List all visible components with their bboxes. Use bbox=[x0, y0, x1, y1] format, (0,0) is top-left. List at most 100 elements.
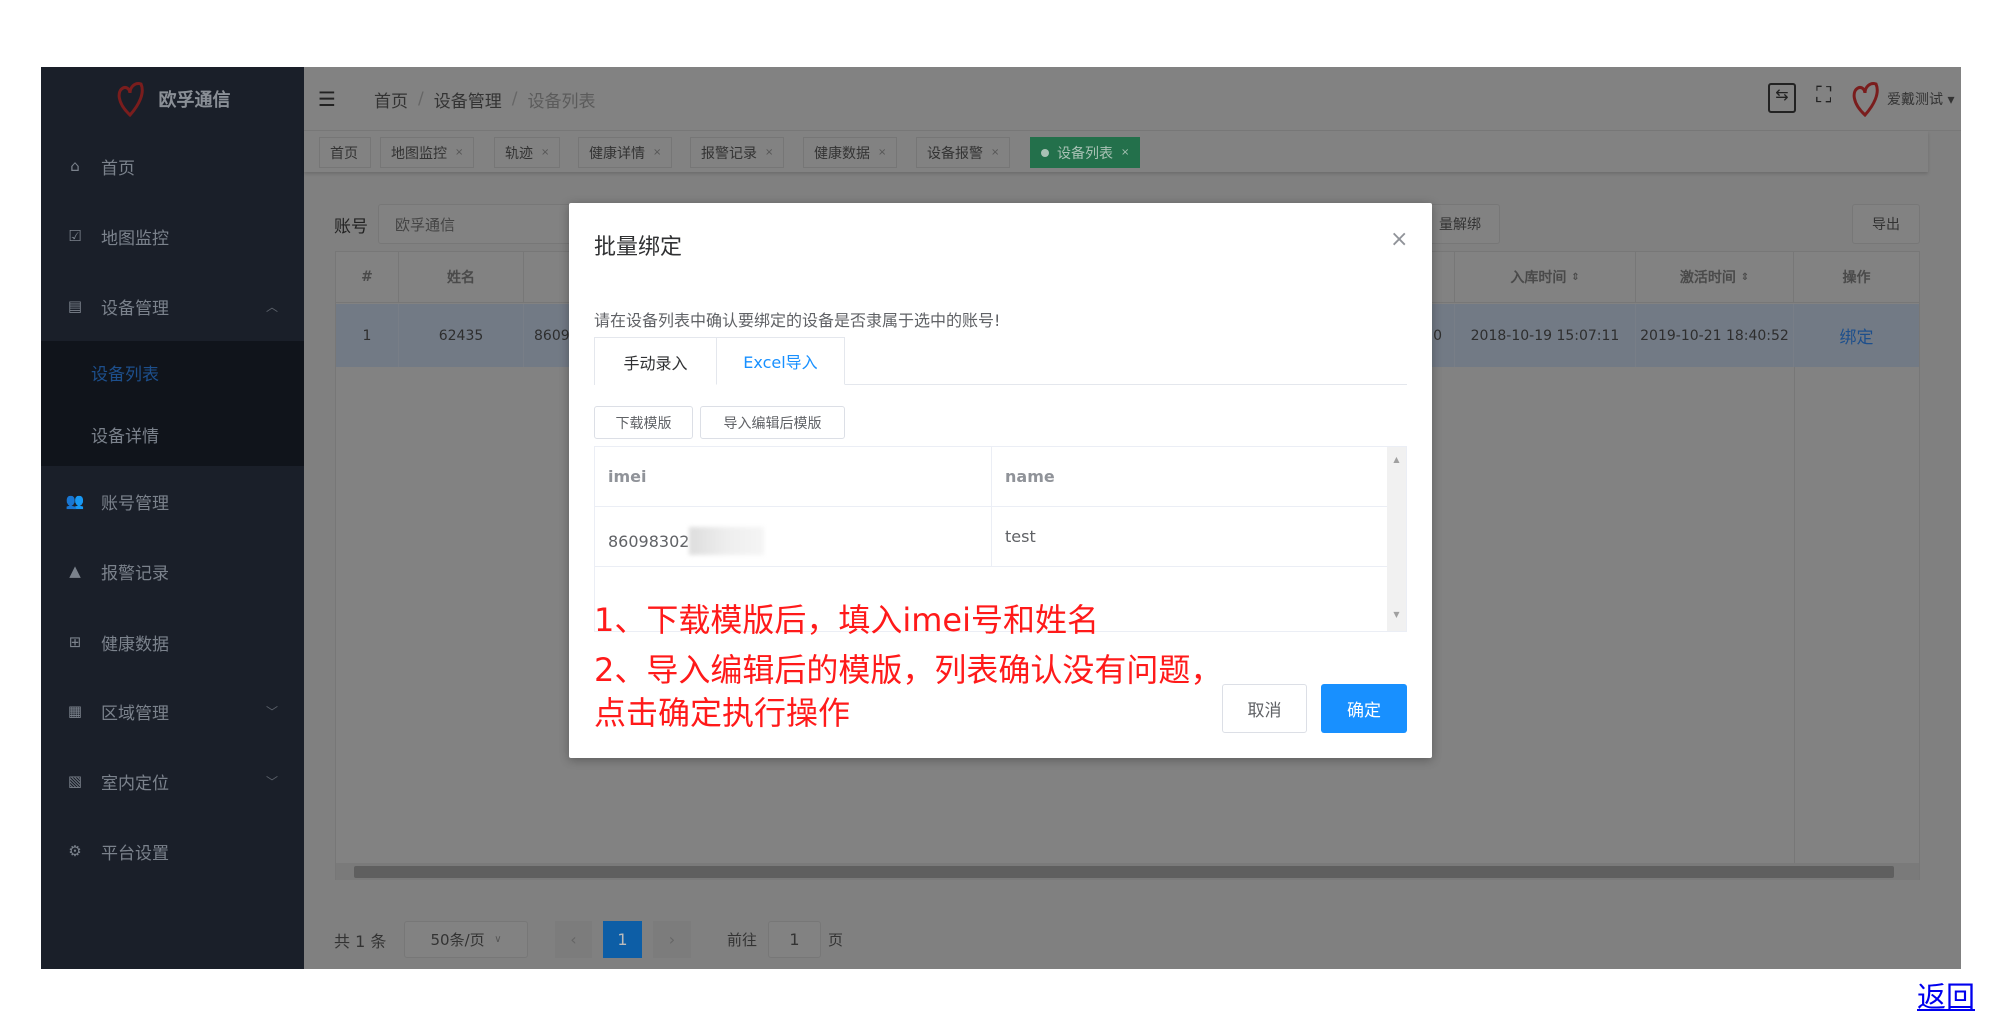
area-icon: ▦ bbox=[67, 702, 83, 720]
batch-bind-dialog: 批量绑定 × 请在设备列表中确认要绑定的设备是否隶属于选中的账号! 手动录入 E… bbox=[569, 203, 1432, 758]
column-header-activate-time[interactable]: 激活时间 ⇕ bbox=[1636, 252, 1794, 303]
close-icon[interactable]: × bbox=[765, 147, 773, 158]
sidebar-item-label: 账号管理 bbox=[101, 493, 169, 514]
sidebar-item-label: 健康数据 bbox=[101, 634, 169, 655]
vertical-scrollbar[interactable]: ▲ ▼ bbox=[1387, 447, 1406, 631]
sidebar-subitem-device-detail[interactable]: 设备详情 bbox=[41, 403, 304, 465]
goto-label: 前往 bbox=[727, 931, 758, 949]
sort-icon: ⇕ bbox=[1571, 271, 1580, 283]
sidebar-item-label: 区域管理 bbox=[101, 703, 169, 724]
user-menu[interactable]: 爱戴测试 ▾ bbox=[1887, 89, 1954, 109]
account-label: 账号 bbox=[334, 217, 368, 237]
brand-logo: 欧孚通信 bbox=[41, 67, 304, 131]
column-header-stock-time[interactable]: 入库时间 ⇕ bbox=[1455, 252, 1636, 303]
account-select[interactable]: 欧孚通信 bbox=[378, 204, 578, 244]
column-header-imei: imei bbox=[608, 467, 647, 486]
download-template-button[interactable]: 下载模版 bbox=[594, 406, 693, 439]
close-icon[interactable]: × bbox=[1121, 147, 1129, 158]
sidebar-item-label: 地图监控 bbox=[101, 228, 169, 249]
menu-toggle-icon[interactable]: ☰ bbox=[318, 87, 336, 111]
sidebar-item-indoor[interactable]: ▧ 室内定位 ﹀ bbox=[41, 746, 304, 816]
export-button[interactable]: 导出 bbox=[1852, 204, 1920, 244]
sidebar-item-device[interactable]: ▤ 设备管理 ︿ bbox=[41, 271, 304, 341]
tab-manual-entry[interactable]: 手动录入 bbox=[594, 337, 717, 385]
active-dot-icon bbox=[1041, 148, 1049, 157]
top-header: ☰ 首页 / 设备管理 / 设备列表 ⇆ ⛶ 爱戴测试 ▾ bbox=[304, 67, 1961, 131]
tab-device-alarm[interactable]: 设备报警 × bbox=[916, 137, 1011, 168]
chevron-down-icon: ﹀ bbox=[265, 774, 278, 789]
sidebar-subitem-device-list[interactable]: 设备列表 bbox=[41, 341, 304, 403]
home-icon: ⌂ bbox=[70, 157, 80, 175]
redacted-blur bbox=[689, 527, 765, 555]
sidebar-item-label: 报警记录 bbox=[101, 563, 169, 584]
brand-name: 欧孚通信 bbox=[158, 90, 231, 111]
page-unit-label: 页 bbox=[828, 931, 844, 949]
tab-device-list[interactable]: 设备列表 × bbox=[1030, 137, 1141, 168]
gear-icon: ⚙ bbox=[68, 842, 82, 860]
user-name: 爱戴测试 bbox=[1887, 92, 1943, 108]
chevron-down-icon: ∨ bbox=[494, 934, 502, 945]
scrollbar-thumb[interactable] bbox=[354, 866, 1894, 878]
close-icon[interactable]: × bbox=[541, 147, 549, 158]
tab-alarm-record[interactable]: 报警记录 × bbox=[690, 137, 785, 168]
tab-excel-import[interactable]: Excel导入 bbox=[716, 337, 845, 385]
sort-icon: ⇕ bbox=[1740, 271, 1750, 283]
close-icon[interactable]: × bbox=[878, 147, 886, 158]
close-icon[interactable]: × bbox=[991, 147, 999, 158]
tab-bar: 首页 地图监控 × 轨迹 × 健康详情 × 报警记录 × 健康数据 × 设备报警 × 设备列… bbox=[304, 131, 1928, 172]
sidebar-item-label: 平台设置 bbox=[101, 843, 169, 864]
close-icon[interactable]: × bbox=[455, 147, 463, 158]
sidebar-item-map[interactable]: ☑ 地图监控 bbox=[41, 201, 304, 271]
alarm-icon: ▲ bbox=[69, 562, 81, 580]
chevron-down-icon: ﹀ bbox=[265, 704, 278, 719]
sidebar-item-account[interactable]: 👥 账号管理 bbox=[41, 466, 304, 536]
fullscreen-icon[interactable]: ⛶ bbox=[1816, 83, 1831, 108]
close-icon[interactable]: × bbox=[1390, 227, 1408, 252]
caret-down-icon: ▾ bbox=[1947, 92, 1955, 108]
dialog-title: 批量绑定 bbox=[594, 235, 683, 260]
tab-home[interactable]: 首页 bbox=[319, 137, 371, 168]
annotation-line-2: 2、导入编辑后的模版，列表确认没有问题， bbox=[594, 651, 1223, 689]
back-link[interactable]: 返回 bbox=[1917, 974, 1975, 1016]
sidebar-item-label: 设备管理 bbox=[101, 298, 169, 319]
sidebar-item-label: 首页 bbox=[101, 158, 135, 179]
chart-icon: ☑ bbox=[68, 227, 82, 245]
next-page-button[interactable]: › bbox=[653, 921, 691, 958]
sidebar-item-area[interactable]: ▦ 区域管理 ﹀ bbox=[41, 676, 304, 746]
sidebar-item-alarm[interactable]: ▲ 报警记录 bbox=[41, 536, 304, 606]
breadcrumb-home[interactable]: 首页 bbox=[374, 87, 408, 112]
sidebar-item-label: 室内定位 bbox=[101, 773, 169, 794]
sidebar-item-settings[interactable]: ⚙ 平台设置 bbox=[41, 816, 304, 886]
column-header-action: 操作 bbox=[1794, 252, 1919, 303]
dialog-description: 请在设备列表中确认要绑定的设备是否隶属于选中的账号! bbox=[594, 311, 1001, 330]
name-cell: test bbox=[1005, 527, 1036, 546]
scroll-up-icon: ▲ bbox=[1393, 455, 1400, 464]
horizontal-scrollbar[interactable] bbox=[336, 863, 1919, 880]
sidebar: 欧孚通信 ⌂ 首页 ☑ 地图监控 ▤ 设备管理 ︿ 设备列表 设备详情 👥 账号管理 ▲ 报… bbox=[41, 67, 304, 969]
bind-link[interactable]: 绑定 bbox=[1794, 304, 1919, 367]
prev-page-button[interactable]: ‹ bbox=[555, 921, 592, 958]
tab-health-detail[interactable]: 健康详情 × bbox=[578, 137, 673, 168]
tab-map[interactable]: 地图监控 × bbox=[380, 137, 475, 168]
avatar[interactable] bbox=[1850, 81, 1880, 117]
sidebar-item-health[interactable]: ⊞ 健康数据 bbox=[41, 607, 304, 677]
column-header-name: 姓名 bbox=[399, 252, 524, 303]
goto-page-input[interactable]: 1 bbox=[768, 921, 821, 958]
close-icon[interactable]: × bbox=[653, 147, 661, 158]
sidebar-item-home[interactable]: ⌂ 首页 bbox=[41, 131, 304, 201]
page-size-select[interactable]: 50条/页 ∨ bbox=[404, 921, 528, 958]
imei-cell: 86098302 bbox=[608, 527, 765, 555]
cancel-button[interactable]: 取消 bbox=[1222, 684, 1307, 733]
tab-health-data[interactable]: 健康数据 × bbox=[803, 137, 898, 168]
breadcrumb-current: 设备列表 bbox=[527, 91, 596, 112]
chevron-up-icon: ︿ bbox=[265, 299, 278, 314]
users-icon: 👥 bbox=[65, 492, 85, 510]
breadcrumb-device[interactable]: 设备管理 bbox=[434, 87, 502, 112]
tab-track[interactable]: 轨迹 × bbox=[494, 137, 561, 168]
confirm-button[interactable]: 确定 bbox=[1321, 684, 1407, 733]
switch-icon[interactable]: ⇆ bbox=[1768, 83, 1796, 113]
page-1-button[interactable]: 1 bbox=[603, 921, 642, 958]
import-template-button[interactable]: 导入编辑后模版 bbox=[700, 406, 845, 439]
column-header-name: name bbox=[1005, 467, 1055, 486]
medkit-icon: ⊞ bbox=[68, 633, 82, 651]
